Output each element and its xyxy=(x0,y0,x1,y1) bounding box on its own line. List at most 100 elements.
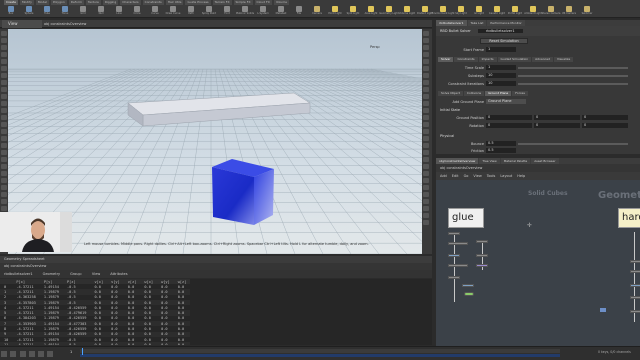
network-node[interactable] xyxy=(630,310,640,313)
network-node[interactable] xyxy=(476,240,488,243)
shelf-tool-button[interactable]: Grid xyxy=(76,6,90,17)
viewport-tool-icon[interactable] xyxy=(423,94,429,99)
spreadsheet-mode-select[interactable]: Geometry xyxy=(43,270,60,278)
viewport-tool-icon[interactable] xyxy=(1,66,7,71)
bounce-slider[interactable] xyxy=(518,143,628,145)
current-frame-field[interactable]: 1 xyxy=(70,350,72,354)
node-name-field[interactable]: rbdbulletsolver1 xyxy=(477,29,523,33)
constraint-iterations-slider[interactable] xyxy=(518,83,628,85)
timeline-ruler[interactable] xyxy=(80,349,560,353)
shelf-tool-button[interactable]: Volume Light xyxy=(399,6,415,17)
shelf-tab[interactable]: Guide Process xyxy=(185,0,211,5)
shelf-tab[interactable]: Simple FX xyxy=(233,0,253,5)
table-row[interactable]: 4 -4.37211 1.49154 -0.426559 0.0 0.0 0.0 0.0 0.0… xyxy=(0,305,190,310)
viewport-tool-icon[interactable] xyxy=(1,136,7,141)
network-node[interactable] xyxy=(630,284,640,287)
viewport-tool-icon[interactable] xyxy=(1,80,7,85)
viewport-tool-icon[interactable] xyxy=(423,199,429,204)
shelf-tool-button[interactable]: Distant Light xyxy=(417,6,433,17)
network-node[interactable] xyxy=(630,296,640,299)
section-tab[interactable]: Guided Simulation xyxy=(497,57,532,62)
friction-field[interactable]: 0.5 xyxy=(486,148,516,153)
viewport-tool-icon[interactable] xyxy=(423,220,429,225)
shelf-tool-button[interactable]: Geometry Light xyxy=(379,6,399,17)
viewport-tool-icon[interactable] xyxy=(423,206,429,211)
network-node[interactable] xyxy=(630,260,640,263)
timeline-cursor[interactable] xyxy=(82,348,83,355)
table-row[interactable]: 5 -4.37211 1.19879 -0.479619 0.0 0.0 0.0 0.0 0.0… xyxy=(0,310,191,316)
play-reverse-icon[interactable] xyxy=(19,351,26,357)
network-menu-item[interactable]: Help xyxy=(517,172,525,180)
network-menu-item[interactable]: Tools xyxy=(487,172,496,180)
sub-tab[interactable]: Ground Plane xyxy=(485,91,512,96)
network-node[interactable] xyxy=(448,242,468,245)
network-node[interactable] xyxy=(476,264,488,267)
viewport-tool-icon[interactable] xyxy=(423,136,429,141)
shelf-tab[interactable]: Modify xyxy=(19,0,34,5)
shelf-tool-button[interactable]: Sky Light xyxy=(454,6,468,17)
shelf-tool-button[interactable]: Box xyxy=(4,6,18,17)
shelf-tool-button[interactable]: Spot Light xyxy=(346,6,360,17)
viewport-tool-icon[interactable] xyxy=(423,164,429,169)
network-path[interactable]: obj constraintsOverview xyxy=(436,164,640,172)
viewport-tool-icon[interactable] xyxy=(423,87,429,92)
viewport-tool-icon[interactable] xyxy=(1,185,7,190)
start-frame-field[interactable]: 1 xyxy=(486,47,516,52)
section-tab[interactable]: Visualize xyxy=(554,57,574,62)
shelf-tool-button[interactable]: Caustic Light xyxy=(489,6,505,17)
table-row[interactable]: 1 -4.37211 1.19879 -0.5 0.0 0.0 0.0 0.0 0.0 0.0 xyxy=(0,289,191,295)
viewport-tool-icon[interactable] xyxy=(423,115,429,120)
shelf-tool-button[interactable]: GI Light xyxy=(472,6,486,17)
step-back-icon[interactable] xyxy=(10,351,17,357)
substeps-field[interactable]: 10 xyxy=(486,73,516,78)
viewport-tool-icon[interactable] xyxy=(423,52,429,57)
shelf-tab[interactable]: Terrain FX xyxy=(212,0,232,5)
bounce-field[interactable]: 0.5 xyxy=(486,141,516,146)
spreadsheet-node-name[interactable]: rbdbulletsolver1 xyxy=(4,270,33,278)
network-node[interactable] xyxy=(448,232,460,235)
viewport-tool-icon[interactable] xyxy=(1,122,7,127)
network-menu-item[interactable]: Go xyxy=(464,172,469,180)
shelf-tool-button[interactable]: Ambient Light xyxy=(524,6,542,17)
section-tab[interactable]: Solver xyxy=(438,57,454,62)
shelf-tab[interactable]: Model xyxy=(35,0,49,5)
viewport-tool-icon[interactable] xyxy=(423,73,429,78)
viewport-tool-icon[interactable] xyxy=(1,94,7,99)
shelf-tool-button[interactable]: Draw Curve xyxy=(166,6,180,17)
shelf-tool-button[interactable]: Path xyxy=(184,6,198,17)
viewport-tool-icon[interactable] xyxy=(1,45,7,50)
viewport-tool-icon[interactable] xyxy=(1,171,7,176)
viewport-tool-icon[interactable] xyxy=(423,129,429,134)
table-row[interactable]: 0 -4.37211 1.49154 -0.5 0.0 0.0 0.0 0.0 0.0 0.0 xyxy=(0,284,190,289)
table-row[interactable]: 6 -4.384203 1.19879 -0.426559 0.0 0.0 0.0 0.0 0.… xyxy=(0,316,190,321)
viewport-tool-icon[interactable] xyxy=(1,73,7,78)
shelf-tab[interactable]: Hair Utils xyxy=(165,0,184,5)
sticky-note-glue[interactable]: glue xyxy=(448,208,484,228)
network-node[interactable] xyxy=(448,264,468,267)
tab-view[interactable]: View xyxy=(2,20,42,28)
table-row[interactable]: 7 -4.353903 1.49154 -0.477303 0.0 0.0 0.0 0.0 0.… xyxy=(0,321,191,327)
constraint-iterations-field[interactable]: 10 xyxy=(486,81,516,86)
viewport-tool-icon[interactable] xyxy=(423,171,429,176)
ground-position-z[interactable]: 0 xyxy=(582,115,628,120)
time-scale-field[interactable]: 1 xyxy=(486,65,516,70)
network-node[interactable] xyxy=(448,276,460,279)
shelf-tool-button[interactable]: Curve xyxy=(148,6,162,17)
viewport-tool-icon[interactable] xyxy=(1,206,7,211)
shelf-tool-button[interactable]: Metaball xyxy=(274,6,288,17)
substeps-slider[interactable] xyxy=(518,75,628,77)
shelf-tool-button[interactable]: Null xyxy=(94,6,108,17)
shelf-tool-button[interactable]: L-System xyxy=(256,6,270,17)
viewport-tool-icon[interactable] xyxy=(423,192,429,197)
network-menu-item[interactable]: Edit xyxy=(452,172,459,180)
shelf-tool-button[interactable]: Torus xyxy=(58,6,72,17)
rewind-icon[interactable] xyxy=(1,351,7,357)
time-scale-slider[interactable] xyxy=(518,67,628,69)
sub-tab[interactable]: Solve Object xyxy=(438,91,463,96)
viewport-tool-icon[interactable] xyxy=(1,150,7,155)
network-node-selected[interactable] xyxy=(464,292,474,296)
ground-position-x[interactable]: 0 xyxy=(486,115,532,120)
shelf-tab[interactable]: Deform xyxy=(68,0,84,5)
shelf-tab[interactable]: Create xyxy=(4,0,18,5)
shelf-tab[interactable]: Volume xyxy=(273,0,289,5)
